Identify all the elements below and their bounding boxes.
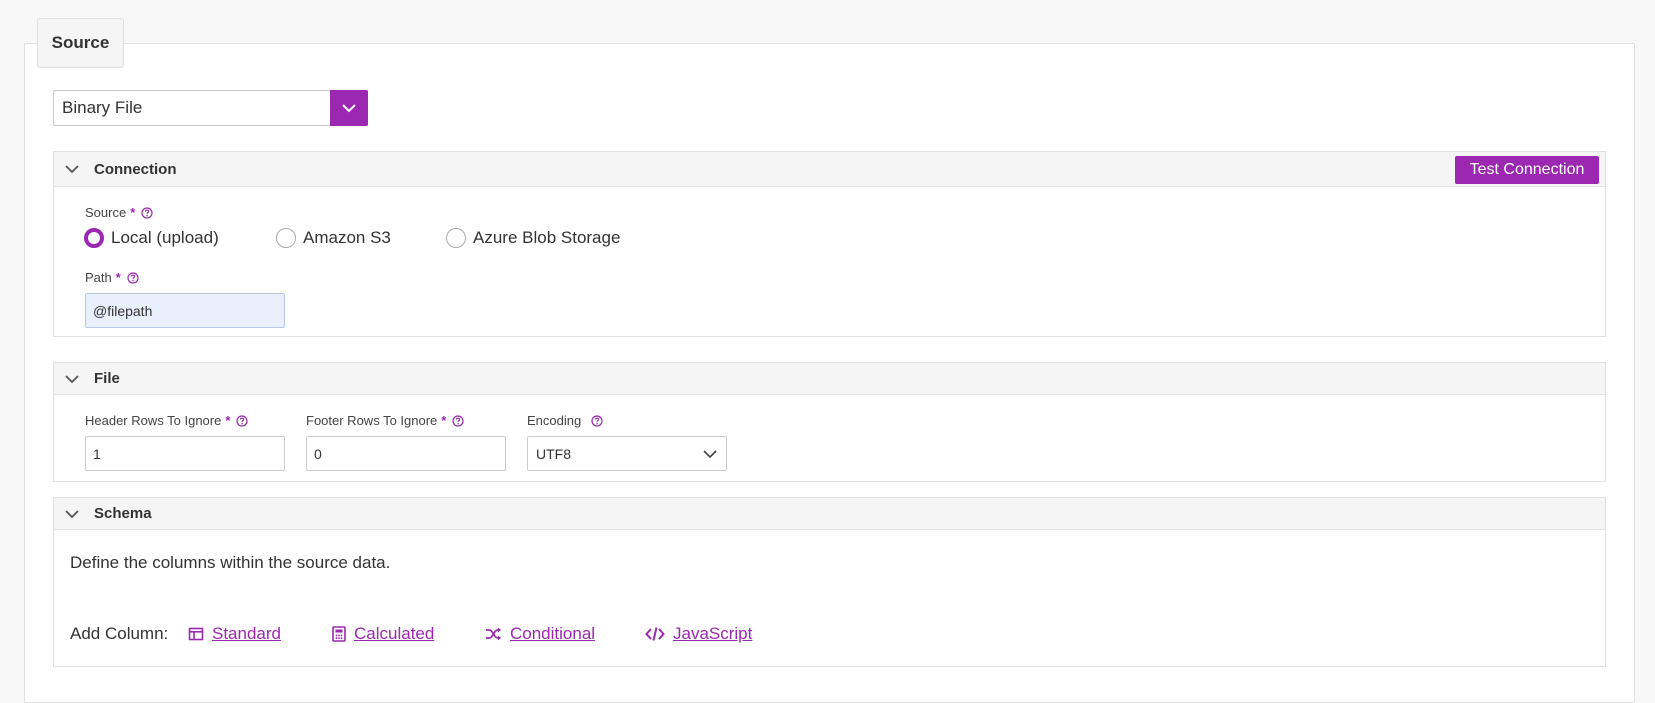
link-label[interactable]: Conditional: [510, 624, 595, 644]
test-connection-button[interactable]: Test Connection: [1455, 156, 1599, 184]
chevron-down-icon[interactable]: [64, 506, 80, 522]
help-icon[interactable]: [141, 206, 153, 219]
file-title: File: [94, 370, 120, 387]
radio-amazon-s3[interactable]: Amazon S3: [276, 228, 391, 248]
chevron-down-icon: [703, 449, 717, 458]
footer-rows-input[interactable]: [306, 436, 506, 471]
code-icon: [645, 626, 665, 642]
path-field-label: Path *: [85, 270, 139, 285]
radio-label: Azure Blob Storage: [473, 228, 621, 247]
radio-button[interactable]: [446, 228, 466, 248]
header-rows-label: Header Rows To Ignore *: [85, 413, 249, 428]
chevron-down-icon[interactable]: [64, 161, 80, 177]
footer-rows-label: Footer Rows To Ignore *: [306, 413, 464, 428]
encoding-label-text: Encoding: [527, 413, 582, 428]
connection-title: Connection: [94, 160, 177, 178]
source-type-value: Binary File: [62, 98, 143, 117]
required-mark: *: [130, 205, 136, 220]
source-field-label: Source *: [85, 205, 153, 220]
required-mark: *: [441, 413, 447, 428]
path-input[interactable]: [85, 293, 285, 328]
file-section: File: [53, 362, 1606, 482]
header-rows-input[interactable]: [85, 436, 285, 471]
shuffle-icon: [485, 626, 502, 642]
add-column-label: Add Column:: [70, 624, 169, 643]
table-icon: [188, 626, 204, 642]
radio-label: Local (upload): [111, 228, 219, 247]
help-icon[interactable]: [127, 271, 139, 284]
encoding-select[interactable]: UTF8: [527, 436, 727, 471]
add-calculated-column-link[interactable]: Calculated: [332, 624, 434, 644]
header-rows-label-text: Header Rows To Ignore: [85, 413, 222, 428]
add-standard-column-link[interactable]: Standard: [188, 624, 281, 644]
encoding-label: Encoding: [527, 413, 603, 428]
schema-description: Define the columns within the source dat…: [70, 553, 391, 572]
encoding-value: UTF8: [536, 445, 571, 462]
schema-section: Schema: [53, 497, 1606, 667]
help-icon[interactable]: [452, 414, 464, 427]
add-javascript-column-link[interactable]: JavaScript: [645, 624, 752, 644]
required-mark: *: [115, 270, 121, 285]
link-label[interactable]: Calculated: [354, 624, 434, 644]
source-type-select[interactable]: Binary File: [53, 90, 368, 126]
radio-local-upload[interactable]: Local (upload): [84, 228, 219, 248]
radio-azure-blob-storage[interactable]: Azure Blob Storage: [446, 228, 620, 248]
help-icon[interactable]: [236, 414, 249, 427]
link-label[interactable]: JavaScript: [673, 624, 752, 644]
calculator-icon: [332, 626, 346, 642]
help-icon[interactable]: [591, 414, 603, 427]
path-label-text: Path: [85, 270, 112, 285]
source-label-text: Source: [85, 205, 127, 220]
schema-header[interactable]: Schema: [54, 498, 1605, 530]
file-header[interactable]: File: [54, 363, 1605, 395]
source-type-dropdown-button[interactable]: [330, 90, 368, 126]
schema-title: Schema: [94, 505, 152, 522]
chevron-down-icon: [342, 104, 356, 113]
add-conditional-column-link[interactable]: Conditional: [485, 624, 595, 644]
required-mark: *: [225, 413, 231, 428]
chevron-down-icon[interactable]: [64, 371, 80, 387]
radio-button[interactable]: [276, 228, 296, 248]
radio-label: Amazon S3: [303, 228, 391, 247]
radio-button-checked[interactable]: [84, 228, 104, 248]
connection-header[interactable]: Connection Test Connection: [54, 152, 1605, 187]
footer-rows-label-text: Footer Rows To Ignore: [306, 413, 438, 428]
tab-source[interactable]: Source: [37, 18, 124, 68]
link-label[interactable]: Standard: [212, 624, 281, 644]
